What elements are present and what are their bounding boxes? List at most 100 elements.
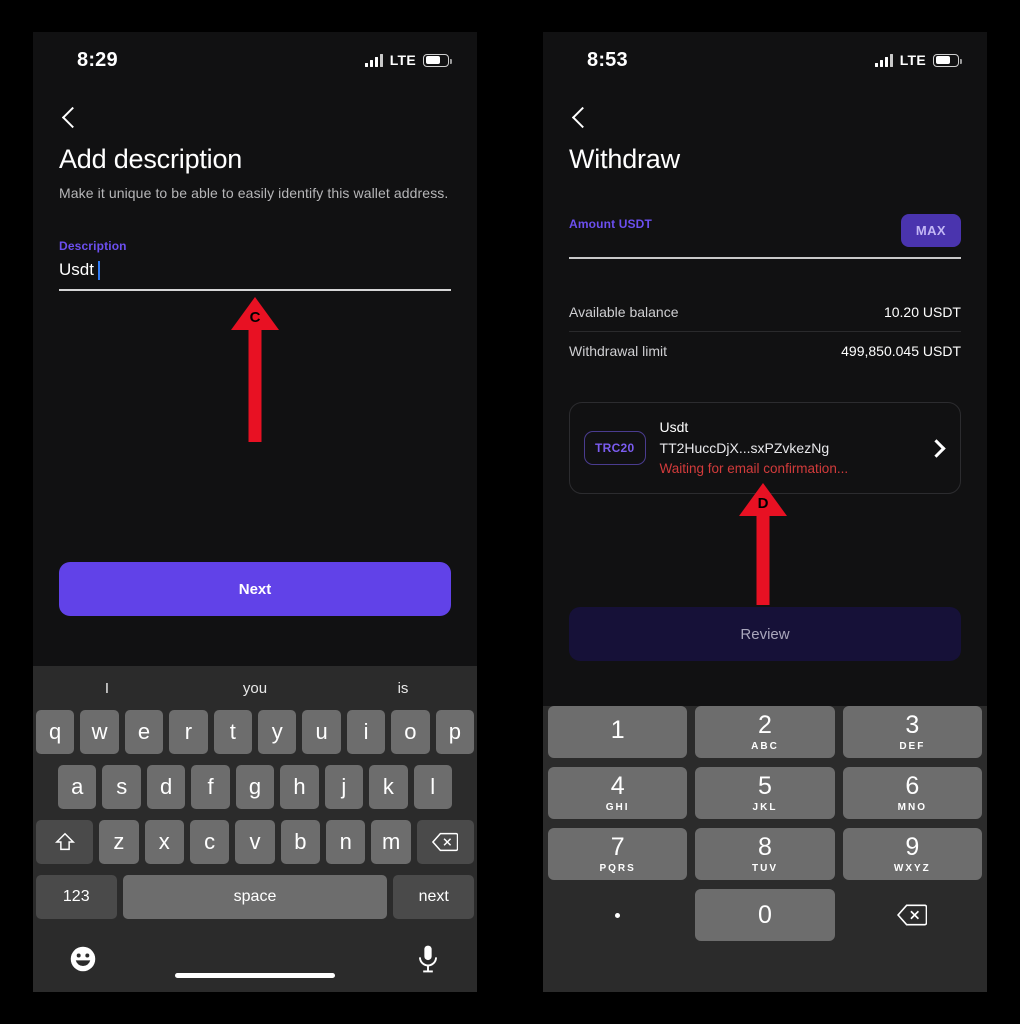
phone-screen-add-description: 8:29 LTE Add description Make it unique … [33,32,477,992]
review-button[interactable]: Review [569,607,961,661]
battery-icon [423,53,452,67]
keypad-key-7[interactable]: 7 PQRS [548,828,688,880]
key-a[interactable]: a [58,765,97,809]
address-status-text: Waiting for email confirmation... [659,461,849,476]
keypad-letters: WXYZ [893,862,931,874]
keypad-digit: 8 [758,832,772,861]
key-j[interactable]: j [324,765,364,809]
status-bar: 8:29 LTE [33,32,477,88]
numbers-mode-key[interactable]: 123 [36,875,117,919]
available-balance-row: Available balance 10.20 USDT [569,293,961,331]
description-input[interactable]: Usdt [59,260,451,291]
keypad-digit: 5 [758,771,772,800]
key-g[interactable]: g [235,765,275,809]
suggestion-bar: I you is [33,666,477,710]
phone-screen-withdraw: 8:53 LTE Withdraw Amount USDT MAX Availa… [543,32,987,992]
numeric-keypad: 1 2 ABC 3 DEF 4 GHI 5 JKL 6 MNO 7 PQRS 8… [543,706,987,992]
key-z[interactable]: z [99,820,139,864]
key-p[interactable]: p [435,710,475,754]
suggestion-item[interactable]: is [329,680,477,697]
key-e[interactable]: e [124,710,164,754]
keypad-key-5[interactable]: 5 JKL [695,767,835,819]
keypad-digit: 6 [905,771,920,800]
chevron-right-icon[interactable] [928,441,942,455]
keypad-key-8[interactable]: 8 TUV [695,828,835,880]
keypad-key-1[interactable]: 1 [548,706,688,758]
key-x[interactable]: x [144,820,184,864]
keypad-letters: JKL [752,801,778,813]
keyboard-row-4: 123 space next [33,875,477,919]
keypad-letters: PQRS [599,862,636,874]
return-next-key[interactable]: next [393,875,475,919]
alphabetic-keyboard: I you is q w e r t y u i o p a s d f g h… [33,666,477,992]
signal-bars-icon [874,53,893,67]
withdrawal-address-card[interactable]: TRC20 Usdt TT2HuccDjX...sxPZvkezNg Waiti… [569,402,961,495]
back-button-row [543,88,987,144]
microphone-icon[interactable] [415,944,441,979]
keypad-bottom-bar [543,950,987,992]
key-b[interactable]: b [280,820,321,864]
key-u[interactable]: u [302,710,341,754]
network-badge: TRC20 [584,431,646,466]
status-bar: 8:53 LTE [543,32,987,88]
keypad-letters: MNO [897,801,927,813]
key-i[interactable]: i [346,710,386,754]
keypad-key-4[interactable]: 4 GHI [548,767,688,819]
decimal-point-icon [615,912,621,918]
keypad-digit: 0 [758,900,772,929]
keypad-key-2[interactable]: 2 ABC [695,706,835,758]
chevron-left-icon[interactable] [59,108,81,130]
screenshot-canvas: 8:29 LTE Add description Make it unique … [0,0,1020,1024]
suggestion-item[interactable]: I [33,680,181,697]
key-c[interactable]: c [189,820,230,864]
key-y[interactable]: y [258,710,297,754]
key-o[interactable]: o [391,710,430,754]
address-label: Usdt [659,419,689,435]
amount-input[interactable] [569,257,961,259]
page-title: Add description [59,144,243,174]
key-h[interactable]: h [280,765,319,809]
keypad-key-9[interactable]: 9 WXYZ [842,828,982,880]
keypad-key-3[interactable]: 3 DEF [842,706,982,758]
keypad-key-0[interactable]: 0 [695,889,835,941]
keypad-row-2: 4 GHI 5 JKL 6 MNO [543,767,987,819]
key-f[interactable]: f [191,765,230,809]
keypad-digit: 3 [905,710,920,739]
description-input-value: Usdt [59,260,94,279]
available-balance-value: 10.20 USDT [883,304,961,320]
next-button[interactable]: Next [59,562,451,616]
max-button[interactable]: MAX [900,214,961,247]
keypad-key-decimal[interactable] [548,889,687,941]
page-subtitle: Make it unique to be able to easily iden… [59,185,449,201]
key-v[interactable]: v [235,820,275,864]
backspace-icon[interactable] [843,889,982,941]
key-w[interactable]: w [80,710,119,754]
keyboard-row-3: z x c v b n m [33,820,477,864]
text-caret [97,260,100,280]
key-d[interactable]: d [146,765,186,809]
key-s[interactable]: s [102,765,141,809]
key-q[interactable]: q [35,710,75,754]
space-key[interactable]: space [122,875,388,919]
keypad-row-1: 1 2 ABC 3 DEF [543,706,987,758]
key-t[interactable]: t [213,710,252,754]
keypad-key-6[interactable]: 6 MNO [842,767,982,819]
chevron-left-icon[interactable] [569,108,591,130]
keypad-digit: 7 [610,832,625,861]
keypad-digit: 2 [758,710,772,739]
suggestion-item[interactable]: you [181,680,329,697]
key-m[interactable]: m [371,820,411,864]
home-indicator [175,973,335,978]
shift-arrow-icon[interactable] [36,820,94,864]
key-r[interactable]: r [169,710,208,754]
backspace-icon[interactable] [416,820,474,864]
signal-bars-icon [364,53,383,67]
keyboard-row-1: q w e r t y u i o p [33,710,477,754]
emoji-smiley-icon[interactable] [69,945,97,978]
key-k[interactable]: k [369,765,408,809]
withdrawal-limit-label: Withdrawal limit [569,343,668,359]
withdrawal-limit-value: 499,850.045 USDT [841,343,961,359]
key-l[interactable]: l [413,765,452,809]
withdrawal-limit-row: Withdrawal limit 499,850.045 USDT [569,331,961,370]
key-n[interactable]: n [326,820,366,864]
